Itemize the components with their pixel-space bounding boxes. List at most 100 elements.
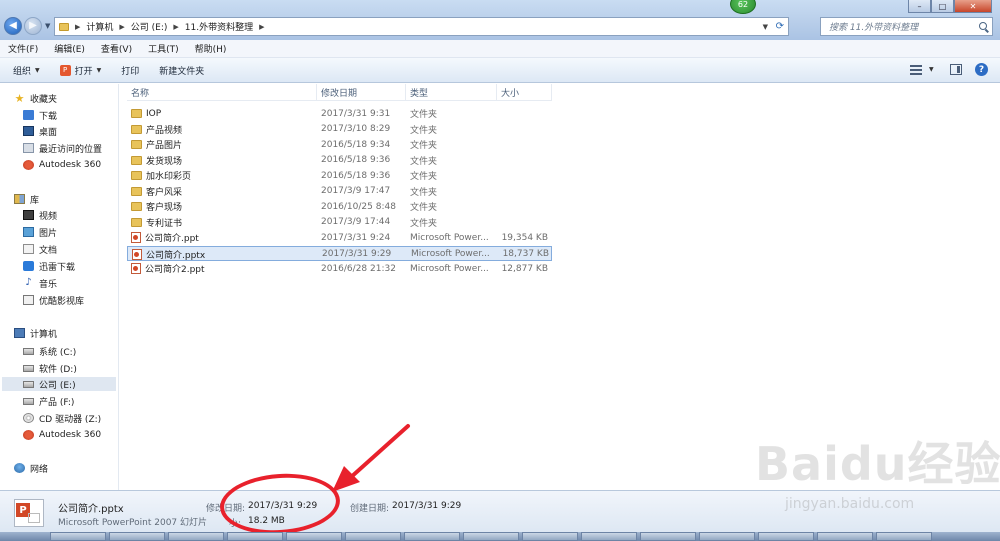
back-button[interactable]: ◀ bbox=[4, 17, 22, 35]
taskbar-item[interactable] bbox=[227, 532, 283, 541]
file-name-cell: 公司简介2.ppt bbox=[131, 261, 205, 276]
notification-badge[interactable]: 62 bbox=[730, 0, 756, 14]
table-row[interactable]: 发货现场 2016/5/18 9:36 文件夹 bbox=[127, 153, 552, 168]
folder-icon bbox=[131, 109, 142, 118]
recent-pages-dropdown[interactable]: ▼ bbox=[45, 22, 53, 30]
nav-recent-places[interactable]: 最近访问的位置 bbox=[23, 141, 102, 155]
search-icon[interactable] bbox=[979, 22, 987, 30]
nav-drive-c[interactable]: 系统 (C:) bbox=[23, 344, 76, 358]
chevron-down-icon[interactable]: ▼ bbox=[929, 66, 934, 73]
taskbar-item[interactable] bbox=[286, 532, 342, 541]
table-row[interactable]: 加水印彩页 2016/5/18 9:36 文件夹 bbox=[127, 168, 552, 183]
table-row[interactable]: 客户现场 2016/10/25 8:48 文件夹 bbox=[127, 199, 552, 214]
menu-help[interactable]: 帮助(H) bbox=[195, 42, 227, 55]
nav-drive-e[interactable]: 公司 (E:) bbox=[2, 377, 116, 391]
menu-view[interactable]: 查看(V) bbox=[101, 42, 132, 55]
arrow-right-icon: ▶ bbox=[29, 20, 37, 31]
breadcrumb-current-folder[interactable]: 11.外带资料整理 bbox=[185, 20, 253, 33]
file-type-cell: 文件夹 bbox=[410, 172, 438, 182]
file-name-cell: 客户风采 bbox=[131, 184, 182, 199]
taskbar-item[interactable] bbox=[404, 532, 460, 541]
taskbar-item[interactable] bbox=[50, 532, 106, 541]
file-date-cell: 2017/3/31 9:24 bbox=[321, 232, 391, 243]
print-button[interactable]: 打印 bbox=[121, 64, 139, 77]
nav-downloads[interactable]: 下载 bbox=[23, 108, 57, 122]
nav-network[interactable]: 网络 bbox=[14, 461, 48, 475]
menu-edit[interactable]: 编辑(E) bbox=[54, 42, 85, 55]
nav-drive-d[interactable]: 软件 (D:) bbox=[23, 361, 77, 375]
taskbar-item[interactable] bbox=[463, 532, 519, 541]
table-row[interactable]: 公司简介2.ppt 2016/6/28 21:32 Microsoft Power.… bbox=[127, 261, 552, 276]
view-options-icon[interactable] bbox=[910, 65, 922, 75]
table-row[interactable]: 公司简介.ppt 2017/3/31 9:24 Microsoft Power...… bbox=[127, 230, 552, 245]
nav-drive-f[interactable]: 产品 (F:) bbox=[23, 394, 74, 408]
maximize-button[interactable]: □ bbox=[931, 0, 954, 13]
file-date-cell: 2017/3/9 17:47 bbox=[321, 186, 391, 196]
column-size[interactable]: 大小 bbox=[497, 84, 552, 100]
nav-computer[interactable]: 计算机 bbox=[14, 326, 57, 340]
menu-file[interactable]: 文件(F) bbox=[8, 42, 38, 55]
taskbar-item[interactable] bbox=[109, 532, 165, 541]
taskbar-item[interactable] bbox=[699, 532, 755, 541]
file-size-cell bbox=[501, 168, 548, 183]
taskbar-item[interactable] bbox=[640, 532, 696, 541]
taskbar-item[interactable] bbox=[345, 532, 401, 541]
column-name[interactable]: 名称 bbox=[127, 84, 317, 100]
taskbar-item[interactable] bbox=[876, 532, 932, 541]
forward-button[interactable]: ▶ bbox=[24, 17, 42, 35]
table-row[interactable]: 产品图片 2016/5/18 9:34 文件夹 bbox=[127, 137, 552, 152]
table-row[interactable]: 产品视频 2017/3/10 8:29 文件夹 bbox=[127, 122, 552, 137]
file-name: 公司简介.ppt bbox=[145, 234, 199, 244]
taskbar-item[interactable] bbox=[168, 532, 224, 541]
nav-documents[interactable]: 文档 bbox=[23, 242, 57, 256]
nav-favorites[interactable]: ★ 收藏夹 bbox=[14, 91, 57, 105]
autodesk-icon bbox=[23, 160, 34, 170]
chevron-right-icon[interactable]: ▶ bbox=[259, 23, 264, 31]
nav-autodesk-360-computer[interactable]: Autodesk 360 bbox=[23, 428, 101, 442]
close-button[interactable]: ✕ bbox=[954, 0, 992, 13]
taskbar-item[interactable] bbox=[817, 532, 873, 541]
table-row[interactable]: 专利证书 2017/3/9 17:44 文件夹 bbox=[127, 215, 552, 230]
nav-desktop[interactable]: 桌面 bbox=[23, 124, 57, 138]
chevron-right-icon[interactable]: ▶ bbox=[173, 23, 178, 31]
table-row[interactable]: IOP 2017/3/31 9:31 文件夹 bbox=[127, 106, 552, 121]
nav-youku-library[interactable]: 优酷影视库 bbox=[23, 293, 84, 307]
table-row[interactable]: 客户风采 2017/3/9 17:47 文件夹 bbox=[127, 184, 552, 199]
nav-videos[interactable]: 视频 bbox=[23, 208, 57, 222]
chevron-down-icon: ▼ bbox=[35, 66, 40, 74]
breadcrumb-drive-e[interactable]: 公司 (E:) bbox=[131, 20, 168, 33]
organize-button[interactable]: 组织 ▼ bbox=[13, 64, 40, 77]
detail-created-label: 创建日期: bbox=[350, 504, 390, 514]
nav-libraries[interactable]: 库 bbox=[14, 192, 39, 206]
file-size-cell: 19,354 KB bbox=[501, 232, 548, 243]
file-type-cell: 文件夹 bbox=[410, 156, 438, 167]
taskbar-item[interactable] bbox=[758, 532, 814, 541]
taskbar-item[interactable] bbox=[581, 532, 637, 541]
table-row[interactable]: 公司简介.pptx 2017/3/31 9:29 Microsoft Power..… bbox=[127, 245, 552, 261]
nav-autodesk-360-favorite[interactable]: Autodesk 360 bbox=[23, 158, 101, 172]
help-icon[interactable]: ? bbox=[975, 63, 988, 76]
column-type[interactable]: 类型 bbox=[406, 84, 497, 100]
chevron-down-icon[interactable]: ▼ bbox=[763, 23, 768, 31]
arrow-left-icon: ◀ bbox=[9, 20, 17, 31]
nav-music[interactable]: ♪ 音乐 bbox=[23, 276, 57, 290]
nav-thunder-downloads[interactable]: 迅雷下载 bbox=[23, 259, 75, 273]
new-folder-button[interactable]: 新建文件夹 bbox=[159, 64, 204, 77]
search-placeholder: 搜索 11.外带资料整理 bbox=[829, 23, 919, 33]
breadcrumb-computer[interactable]: 计算机 bbox=[86, 20, 113, 33]
image-icon bbox=[23, 227, 34, 237]
folder-icon bbox=[131, 140, 142, 149]
column-date-modified[interactable]: 修改日期 bbox=[317, 84, 406, 100]
file-date-cell: 2017/3/31 9:29 bbox=[322, 249, 392, 259]
refresh-icon[interactable]: ⟳ bbox=[776, 21, 784, 32]
nav-cd-drive-z[interactable]: CD 驱动器 (Z:) bbox=[23, 411, 101, 425]
preview-pane-icon[interactable] bbox=[950, 64, 962, 75]
nav-pictures[interactable]: 图片 bbox=[23, 225, 57, 239]
chevron-right-icon[interactable]: ▶ bbox=[119, 23, 124, 31]
open-button[interactable]: P 打开 ▼ bbox=[59, 64, 101, 77]
search-input[interactable]: 搜索 11.外带资料整理 bbox=[820, 17, 993, 36]
address-bar[interactable]: ▶ 计算机 ▶ 公司 (E:) ▶ 11.外带资料整理 ▶ ▼ ⟳ bbox=[54, 17, 789, 36]
minimize-button[interactable]: – bbox=[908, 0, 931, 13]
taskbar-item[interactable] bbox=[522, 532, 578, 541]
menu-tools[interactable]: 工具(T) bbox=[148, 42, 179, 55]
